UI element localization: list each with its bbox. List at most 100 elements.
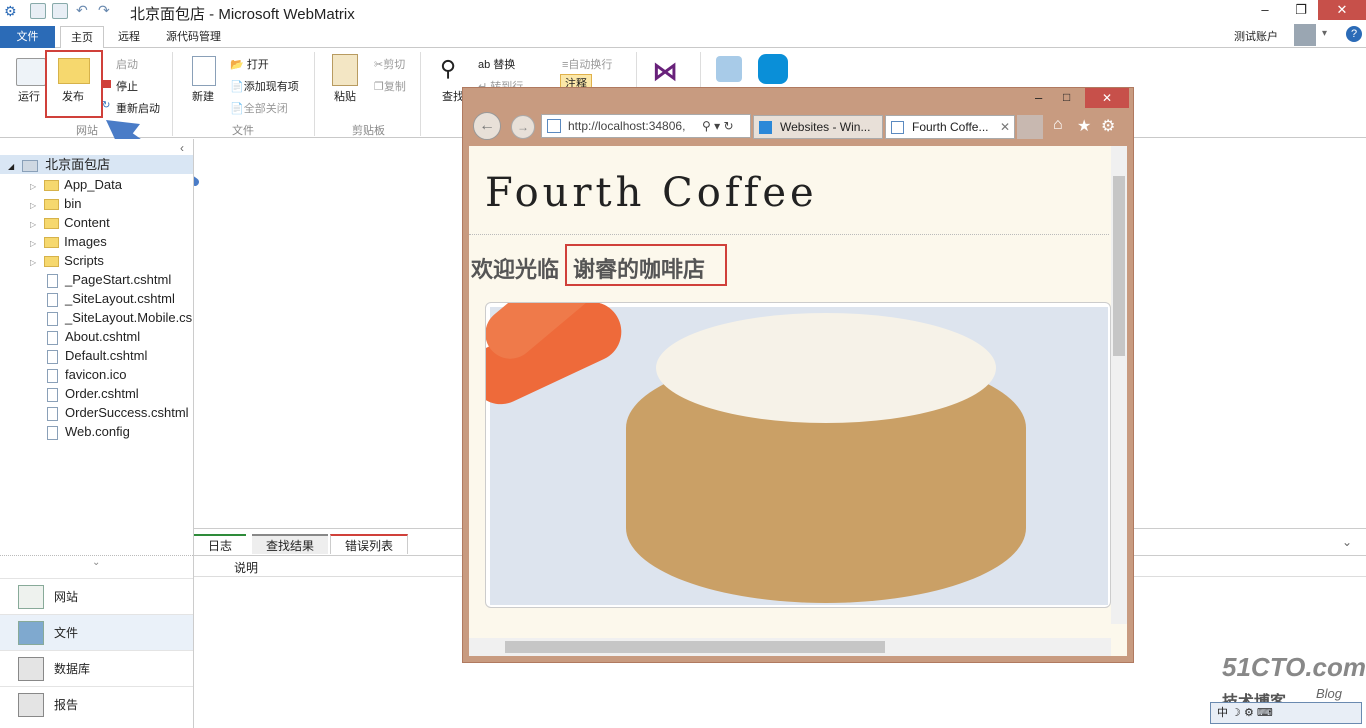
close-tab-icon[interactable]: ✕ xyxy=(1000,116,1010,138)
paste-button[interactable]: 粘贴 xyxy=(334,88,356,104)
tree-folder[interactable]: ▷ Images xyxy=(30,232,194,251)
replace-label: 替换 xyxy=(493,59,516,71)
run-button[interactable]: 运行 xyxy=(18,88,40,104)
tree-root[interactable]: ◢ 北京面包店 xyxy=(0,155,193,174)
browser-tab-websites[interactable]: Websites - Win... xyxy=(753,115,883,139)
chevron-down-icon[interactable]: ⌄ xyxy=(92,557,100,568)
replace-button[interactable]: ab 替换 xyxy=(478,56,515,72)
column-description[interactable]: 说明 xyxy=(234,559,258,576)
expand-icon[interactable]: ▷ xyxy=(30,258,36,267)
pane-splitter[interactable] xyxy=(0,555,193,556)
folder-icon xyxy=(44,180,60,192)
workspace-database[interactable]: 数据库 xyxy=(0,650,193,686)
forward-icon[interactable]: → xyxy=(511,115,535,139)
paste-icon[interactable] xyxy=(332,54,358,86)
vertical-scrollbar[interactable] xyxy=(1111,146,1127,624)
chevron-down-icon[interactable]: ⌄ xyxy=(1342,535,1352,549)
collapse-pane-icon[interactable]: ‹ xyxy=(180,141,184,155)
tree-file[interactable]: _SiteLayout.cshtml xyxy=(30,289,194,308)
tree-folder[interactable]: ▷ bin xyxy=(30,194,194,213)
new-tab-button[interactable] xyxy=(1017,115,1043,139)
new-button[interactable]: 新建 xyxy=(192,88,214,104)
save-all-icon[interactable] xyxy=(52,3,68,19)
avatar[interactable] xyxy=(1294,24,1316,46)
gallery-icon[interactable] xyxy=(758,54,788,84)
browser-tab-fourth-coffee[interactable]: Fourth Coffe... ✕ xyxy=(885,115,1015,139)
cut-button[interactable]: ✂剪切 xyxy=(374,56,405,72)
tree-folder[interactable]: ▷ App_Data xyxy=(30,175,194,194)
extensions-icon[interactable] xyxy=(716,56,742,82)
tab-source-control[interactable]: 源代码管理 xyxy=(156,26,231,48)
expand-icon[interactable]: ▷ xyxy=(30,220,36,229)
tree-file[interactable]: OrderSuccess.cshtml xyxy=(30,403,194,422)
tab-log[interactable]: 日志 xyxy=(194,534,247,554)
tree-file[interactable]: Order.cshtml xyxy=(30,384,194,403)
expand-icon[interactable]: ▷ xyxy=(30,201,36,210)
expand-icon[interactable]: ◢ xyxy=(8,162,14,171)
user-account[interactable]: 测试账户 xyxy=(1234,28,1278,44)
expand-icon[interactable]: ▷ xyxy=(30,182,36,191)
chevron-down-icon[interactable]: ▾ xyxy=(1322,28,1327,39)
folder-icon xyxy=(44,237,60,249)
ime-toolbar[interactable]: 中 ☽ ⚙ ⌨ xyxy=(1210,702,1362,724)
scrollbar-thumb[interactable] xyxy=(505,641,885,653)
favorites-icon[interactable]: ★ xyxy=(1077,116,1091,136)
visual-studio-icon[interactable]: ⋈ xyxy=(652,56,678,87)
file-icon xyxy=(47,292,58,307)
tab-file[interactable]: 文件 xyxy=(0,26,55,48)
tree-file[interactable]: Web.config xyxy=(30,422,194,441)
scrollbar-thumb[interactable] xyxy=(1113,176,1125,356)
address-bar[interactable]: http://localhost:34806, ⚲ ▾ ↻ xyxy=(541,114,751,138)
home-icon[interactable]: ⌂ xyxy=(1053,116,1063,134)
tree-file[interactable]: About.cshtml xyxy=(30,327,194,346)
open-button[interactable]: 📂 打开 xyxy=(230,56,269,72)
wrap-button[interactable]: ≡自动换行 xyxy=(562,56,612,72)
search-icon[interactable]: ⚲ ▾ ↻ xyxy=(702,115,734,137)
close-icon[interactable]: ✕ xyxy=(1318,0,1366,20)
undo-icon[interactable]: ↶ xyxy=(76,2,88,19)
run-icon[interactable] xyxy=(16,58,46,86)
browser-maximize-icon[interactable]: □ xyxy=(1063,90,1070,104)
save-icon[interactable] xyxy=(30,3,46,19)
tree-file[interactable]: _PageStart.cshtml xyxy=(30,270,194,289)
tree-file[interactable]: _SiteLayout.Mobile.cs xyxy=(30,308,194,327)
start-button[interactable]: 启动 xyxy=(116,56,138,72)
horizontal-scrollbar[interactable] xyxy=(469,638,1111,656)
browser-close-icon[interactable]: ✕ xyxy=(1085,88,1129,108)
copy-button[interactable]: ❐复制 xyxy=(374,78,406,94)
tree-folder[interactable]: ▷ Content xyxy=(30,213,194,232)
stop-button[interactable]: 停止 xyxy=(116,78,138,94)
binoculars-icon[interactable]: ⚲ xyxy=(440,56,456,82)
tab-home[interactable]: 主页 xyxy=(60,26,104,48)
find-button[interactable]: 查找 xyxy=(442,88,464,104)
tree-file[interactable]: favicon.ico xyxy=(30,365,194,384)
tab-title: Websites - Win... xyxy=(780,120,871,134)
expand-icon[interactable]: ▷ xyxy=(30,239,36,248)
minimize-icon[interactable]: – xyxy=(1248,0,1282,20)
help-icon[interactable]: ? xyxy=(1346,26,1362,42)
tree-file[interactable]: Default.cshtml xyxy=(30,346,194,365)
redo-icon[interactable]: ↷ xyxy=(98,2,110,19)
publish-button[interactable]: 发布 xyxy=(62,88,84,104)
close-all-button[interactable]: 📄全部关闭 xyxy=(230,100,288,116)
workspace-files[interactable]: 文件 xyxy=(0,614,193,650)
tree-item-label: favicon.ico xyxy=(65,367,127,382)
tab-remote[interactable]: 远程 xyxy=(108,26,150,48)
browser-minimize-icon[interactable]: – xyxy=(1035,90,1042,105)
back-icon[interactable]: ← xyxy=(473,112,501,140)
gear-icon[interactable]: ⚙ xyxy=(1101,116,1115,136)
tab-error-list[interactable]: 错误列表 xyxy=(330,534,409,554)
tree-folder[interactable]: ▷ Scripts xyxy=(30,251,194,270)
left-pane: ‹ ◢ 北京面包店 ▷ App_Data ▷ bin ▷ Content ▷ Images ▷ Sc… xyxy=(0,139,194,728)
site-group-label: 网站 xyxy=(76,125,98,137)
restore-icon[interactable]: ❐ xyxy=(1284,0,1318,20)
web-page: Fourth Coffee 欢迎光临 谢睿的咖啡店 xyxy=(469,146,1127,656)
add-existing-button[interactable]: 📄添加现有项 xyxy=(230,78,299,94)
site-logo[interactable]: Fourth Coffee xyxy=(485,170,818,216)
workspace-site[interactable]: 网站 xyxy=(0,578,193,614)
new-file-icon[interactable] xyxy=(192,56,216,86)
tab-find-results[interactable]: 查找结果 xyxy=(252,534,329,554)
publish-icon[interactable] xyxy=(58,58,90,84)
workspace-label: 报告 xyxy=(54,698,79,712)
workspace-reports[interactable]: 报告 xyxy=(0,686,193,722)
